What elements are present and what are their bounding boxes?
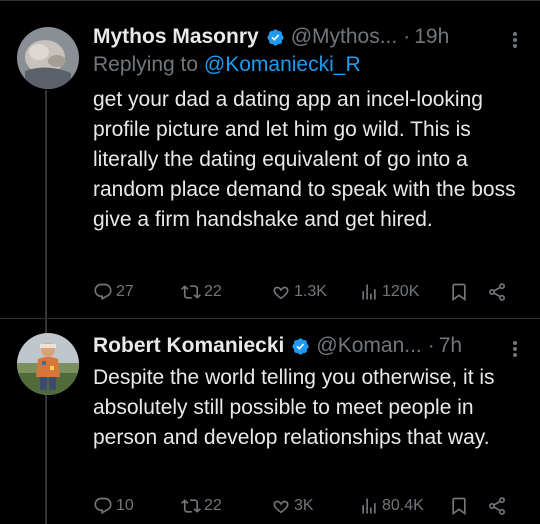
tweet-text: get your dad a dating app an incel-looki… [93, 88, 516, 231]
verified-badge-icon [267, 28, 284, 46]
author-handle[interactable]: @Mythos... [291, 25, 398, 49]
tweet-1[interactable]: Mythos Masonry @Mythos... · 19h Replying… [93, 24, 526, 235]
views-icon [362, 284, 376, 300]
thread-connector-line [45, 90, 47, 524]
replying-to-handle[interactable]: @Komaniecki_R [204, 53, 361, 76]
views-count: 80.4K [382, 497, 424, 514]
author-handle[interactable]: @Koman... [316, 334, 421, 358]
bookmark-button[interactable] [449, 496, 472, 516]
tweet-divider [0, 318, 540, 319]
tweet-1-actions: 27 22 1.3K 120K [93, 282, 513, 308]
author-name[interactable]: Robert Komaniecki [93, 334, 284, 358]
separator-dot: · [427, 334, 435, 357]
retweet-count: 22 [204, 283, 222, 300]
retweet-button[interactable]: 22 [181, 282, 222, 302]
author-name[interactable]: Mythos Masonry [93, 25, 259, 49]
replying-to: Replying to @Komaniecki_R [93, 53, 526, 81]
reply-icon [94, 283, 112, 301]
share-button[interactable] [487, 496, 510, 516]
bookmark-icon [452, 283, 466, 302]
replying-to-prefix: Replying to [93, 53, 204, 76]
separator-dot: · [403, 25, 411, 48]
avatar-mythos-masonry[interactable] [17, 27, 79, 89]
retweet-count: 22 [204, 497, 222, 514]
share-icon [489, 283, 505, 301]
retweet-icon [181, 285, 201, 299]
reply-button[interactable]: 27 [93, 282, 134, 302]
like-count: 3K [294, 497, 314, 514]
verified-badge-icon [292, 337, 310, 355]
like-icon [273, 500, 289, 514]
retweet-button[interactable]: 22 [181, 496, 222, 516]
reply-button[interactable]: 10 [93, 496, 134, 516]
tweet-text: Despite the world telling you otherwise,… [93, 366, 495, 449]
tweet-time[interactable]: 19h [414, 25, 449, 49]
like-icon [273, 286, 289, 300]
views-count: 120K [382, 283, 420, 300]
reply-count: 10 [116, 497, 134, 514]
share-icon [489, 497, 505, 515]
reply-count: 27 [116, 283, 134, 300]
share-button[interactable] [487, 282, 510, 302]
like-button[interactable]: 3K [271, 496, 314, 516]
tweet-2[interactable]: Robert Komaniecki @Koman... · 7h Despite… [93, 333, 526, 453]
views-icon [362, 498, 376, 514]
more-icon[interactable] [504, 30, 526, 50]
like-button[interactable]: 1.3K [271, 282, 327, 302]
reply-icon [94, 497, 112, 515]
like-count: 1.3K [294, 283, 327, 300]
retweet-icon [181, 499, 201, 513]
bookmark-button[interactable] [449, 282, 472, 302]
more-icon[interactable] [504, 339, 526, 359]
views-button[interactable]: 80.4K [359, 496, 424, 516]
tweet-time[interactable]: 7h [439, 334, 462, 358]
tweet-2-actions: 10 22 3K 80.4K [93, 496, 513, 522]
views-button[interactable]: 120K [359, 282, 419, 302]
bookmark-icon [452, 497, 466, 516]
avatar-robert-komaniecki[interactable] [17, 333, 79, 395]
top-divider [0, 0, 540, 1]
